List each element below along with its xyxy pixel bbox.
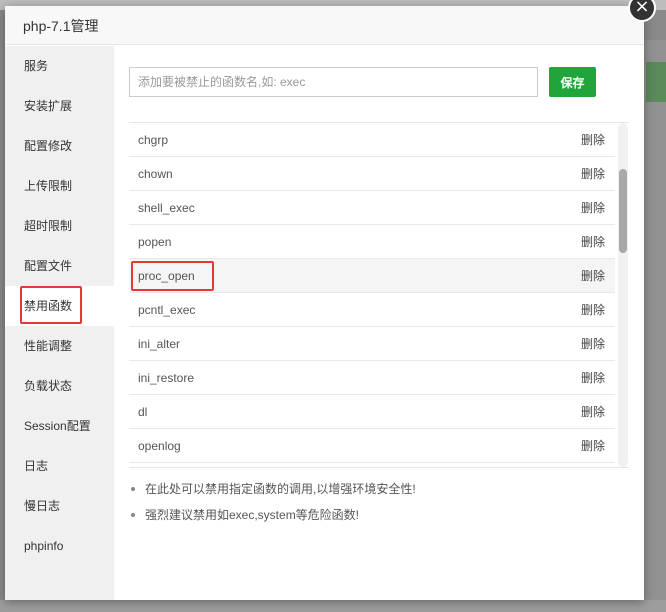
function-name: ini_restore bbox=[138, 371, 195, 385]
help-tips: 在此处可以禁用指定函数的调用,以增强环境安全性! 强烈建议禁用如exec,sys… bbox=[129, 478, 629, 530]
close-icon: × bbox=[634, 0, 650, 17]
sidebar-item-timeout-limit[interactable]: 超时限制 bbox=[5, 206, 114, 246]
list-scrollbar-thumb[interactable] bbox=[619, 169, 627, 253]
sidebar-item-phpinfo[interactable]: phpinfo bbox=[5, 526, 114, 566]
sidebar-item-label: 禁用函数 bbox=[24, 299, 73, 313]
sidebar-item-label: 配置文件 bbox=[24, 259, 73, 273]
delete-button[interactable]: 删除 bbox=[581, 225, 605, 259]
sidebar-item-label: 慢日志 bbox=[24, 499, 61, 513]
function-name: shell_exec bbox=[138, 201, 195, 215]
delete-button[interactable]: 删除 bbox=[581, 157, 605, 191]
function-row: ini_restore 删除 bbox=[129, 361, 615, 395]
sidebar-item-label: 配置修改 bbox=[24, 139, 73, 153]
sidebar-item-session-config[interactable]: Session配置 bbox=[5, 406, 114, 446]
sidebar-item-disabled-functions[interactable]: 禁用函数 bbox=[5, 286, 114, 326]
disabled-functions-panel: 保存 chgrp 删除 chown 删除 shell_exec 删除 popen… bbox=[114, 46, 644, 600]
function-name: popen bbox=[138, 235, 172, 249]
dialog-header: php-7.1管理 bbox=[5, 6, 644, 45]
function-row: pcntl_exec 删除 bbox=[129, 293, 615, 327]
delete-button[interactable]: 删除 bbox=[581, 395, 605, 429]
sidebar-item-upload-limit[interactable]: 上传限制 bbox=[5, 166, 114, 206]
sidebar-item-config-file[interactable]: 配置文件 bbox=[5, 246, 114, 286]
delete-button[interactable]: 删除 bbox=[581, 361, 605, 395]
function-name: chown bbox=[138, 167, 173, 181]
sidebar-item-label: 上传限制 bbox=[24, 179, 73, 193]
function-name: proc_open bbox=[138, 269, 195, 283]
close-button[interactable]: × bbox=[628, 0, 656, 22]
sidebar-item-log[interactable]: 日志 bbox=[5, 446, 114, 486]
sidebar-item-label: 超时限制 bbox=[24, 219, 73, 233]
function-name-input[interactable] bbox=[129, 67, 538, 97]
sidebar-item-service[interactable]: 服务 bbox=[5, 46, 114, 86]
delete-button[interactable]: 删除 bbox=[581, 191, 605, 225]
sidebar: 服务 安装扩展 配置修改 上传限制 超时限制 配置文件 禁用函数 性能调整 负载… bbox=[5, 46, 114, 600]
function-list: chgrp 删除 chown 删除 shell_exec 删除 popen 删除… bbox=[129, 122, 629, 468]
sidebar-item-label: Session配置 bbox=[24, 419, 91, 433]
function-name: dl bbox=[138, 405, 148, 419]
delete-button[interactable]: 删除 bbox=[581, 123, 605, 157]
function-row: chgrp 删除 bbox=[129, 123, 615, 157]
sidebar-item-label: 安装扩展 bbox=[24, 99, 73, 113]
function-row: chown 删除 bbox=[129, 157, 615, 191]
function-name: openlog bbox=[138, 439, 181, 453]
sidebar-item-slow-log[interactable]: 慢日志 bbox=[5, 486, 114, 526]
tip-item: 在此处可以禁用指定函数的调用,以增强环境安全性! bbox=[129, 478, 629, 504]
function-row: ini_alter 删除 bbox=[129, 327, 615, 361]
function-name: pcntl_exec bbox=[138, 303, 196, 317]
sidebar-item-load-status[interactable]: 负载状态 bbox=[5, 366, 114, 406]
function-name: chgrp bbox=[138, 133, 169, 147]
background-page-bottom bbox=[0, 600, 666, 612]
sidebar-item-label: phpinfo bbox=[24, 539, 64, 553]
sidebar-item-performance[interactable]: 性能调整 bbox=[5, 326, 114, 366]
function-row: shell_exec 删除 bbox=[129, 191, 615, 225]
sidebar-item-label: 服务 bbox=[24, 59, 49, 73]
background-page-button bbox=[646, 62, 666, 102]
dialog-title: php-7.1管理 bbox=[23, 18, 99, 34]
sidebar-item-label: 负载状态 bbox=[24, 379, 73, 393]
delete-button[interactable]: 删除 bbox=[581, 293, 605, 327]
sidebar-item-label: 性能调整 bbox=[24, 339, 73, 353]
function-row: openlog 删除 bbox=[129, 429, 615, 463]
delete-button[interactable]: 删除 bbox=[581, 429, 605, 463]
sidebar-item-config-edit[interactable]: 配置修改 bbox=[5, 126, 114, 166]
background-page-side bbox=[644, 40, 666, 600]
function-row: popen 删除 bbox=[129, 225, 615, 259]
list-scrollbar[interactable] bbox=[618, 123, 628, 467]
function-name: ini_alter bbox=[138, 337, 181, 351]
save-button[interactable]: 保存 bbox=[549, 67, 596, 97]
function-row: dl 删除 bbox=[129, 395, 615, 429]
delete-button[interactable]: 删除 bbox=[581, 327, 605, 361]
sidebar-item-install-extension[interactable]: 安装扩展 bbox=[5, 86, 114, 126]
sidebar-item-label: 日志 bbox=[24, 459, 49, 473]
delete-button[interactable]: 删除 bbox=[581, 259, 605, 293]
function-row-highlighted: proc_open 删除 bbox=[129, 259, 615, 293]
tip-item: 强烈建议禁用如exec,system等危险函数! bbox=[129, 504, 629, 530]
